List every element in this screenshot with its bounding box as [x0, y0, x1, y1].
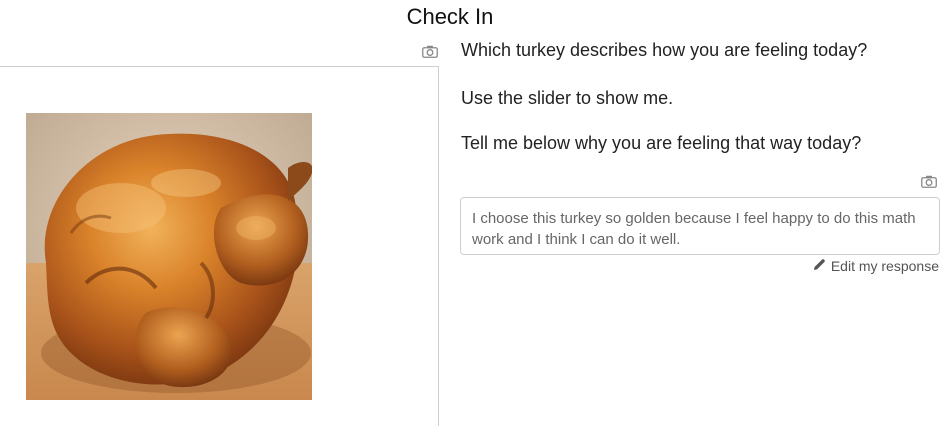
turkey-image	[26, 113, 312, 400]
pencil-icon	[813, 258, 826, 274]
question-slider: Use the slider to show me.	[461, 88, 674, 108]
edit-response-label: Edit my response	[830, 258, 939, 274]
response-text-box[interactable]: I choose this turkey so golden because I…	[460, 197, 940, 255]
camera-icon[interactable]	[422, 45, 438, 58]
question-why: Tell me below why you are feeling that w…	[461, 133, 862, 153]
camera-icon[interactable]	[921, 175, 937, 188]
question-feeling: Which turkey describes how you are feeli…	[461, 40, 868, 60]
page-title: Check In	[406, 4, 494, 29]
edit-response-link[interactable]: Edit my response	[813, 258, 939, 274]
